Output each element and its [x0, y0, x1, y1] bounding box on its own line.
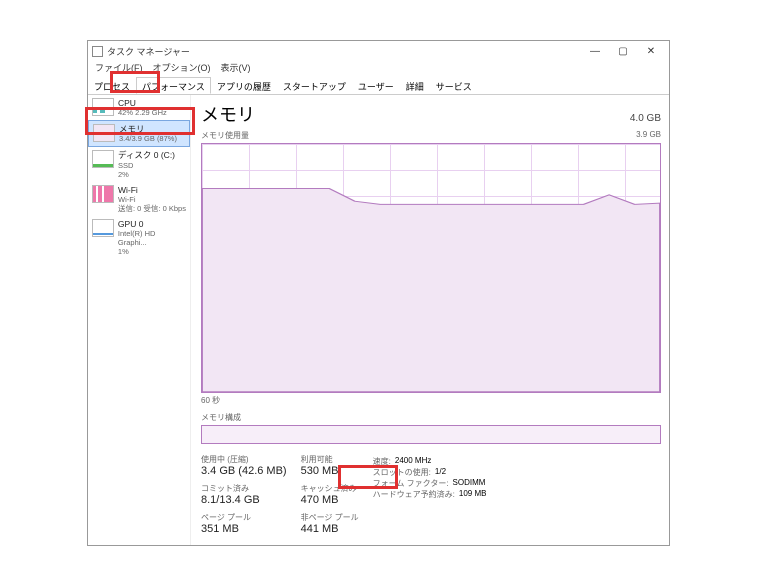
slots-key: スロットの使用:	[373, 467, 431, 478]
disk-title: ディスク 0 (C:)	[118, 150, 175, 160]
disk-thumb-icon	[92, 150, 114, 168]
cached-value: 470 MB	[301, 494, 359, 506]
minimize-button[interactable]: —	[581, 46, 609, 57]
memory-composition-bar	[201, 425, 661, 444]
tabbar: プロセス パフォーマンス アプリの履歴 スタートアップ ユーザー 詳細 サービス	[88, 77, 669, 95]
sidebar-item-wifi[interactable]: Wi-FiWi-Fi 送信: 0 受信: 0 Kbps	[88, 182, 190, 216]
slots-value: 1/2	[435, 467, 446, 478]
form-key: フォーム ファクター:	[373, 478, 449, 489]
chart-xlabel: 60 秒	[201, 395, 661, 406]
usage-max: 3.9 GB	[636, 130, 661, 141]
task-manager-window: タスク マネージャー — ▢ ✕ ファイル(F) オプション(O) 表示(V) …	[87, 40, 670, 546]
main-panel: メモリ 4.0 GB メモリ使用量 3.9 GB 60 秒 メモリ構成 使用中 …	[191, 95, 669, 545]
speed-value: 2400 MHz	[395, 456, 431, 467]
sidebar-item-gpu[interactable]: GPU 0Intel(R) HD Graphi... 1%	[88, 216, 190, 259]
gpu-sub: Intel(R) HD Graphi... 1%	[118, 229, 186, 256]
wifi-thumb-icon	[92, 185, 114, 203]
nonpaged-label: 非ページ プール	[301, 512, 359, 523]
speed-key: 速度:	[373, 456, 391, 467]
avail-value: 530 MB	[301, 465, 359, 477]
avail-label: 利用可能	[301, 454, 359, 465]
tab-processes[interactable]: プロセス	[88, 77, 136, 94]
cpu-title: CPU	[118, 98, 167, 108]
hw-value: 109 MB	[459, 489, 487, 500]
composition-label: メモリ構成	[201, 412, 661, 423]
gpu-thumb-icon	[92, 219, 114, 237]
content: CPU42% 2.29 GHz メモリ3.4/3.9 GB (87%) ディスク…	[88, 95, 669, 545]
tab-services[interactable]: サービス	[430, 77, 478, 94]
sidebar: CPU42% 2.29 GHz メモリ3.4/3.9 GB (87%) ディスク…	[88, 95, 191, 545]
tab-app-history[interactable]: アプリの履歴	[211, 77, 277, 94]
wifi-title: Wi-Fi	[118, 185, 186, 195]
stats-block: 使用中 (圧縮) 3.4 GB (42.6 MB) コミット済み 8.1/13.…	[201, 454, 661, 541]
menu-options[interactable]: オプション(O)	[148, 61, 216, 77]
close-button[interactable]: ✕	[637, 46, 665, 57]
form-value: SODIMM	[453, 478, 486, 489]
panel-heading: メモリ	[201, 101, 255, 127]
sidebar-item-memory[interactable]: メモリ3.4/3.9 GB (87%)	[88, 120, 190, 147]
tab-details[interactable]: 詳細	[400, 77, 430, 94]
cached-label: キャッシュ済み	[301, 483, 359, 494]
nonpaged-value: 441 MB	[301, 523, 359, 535]
menu-file[interactable]: ファイル(F)	[90, 61, 148, 77]
cpu-thumb-icon	[92, 98, 114, 116]
menubar: ファイル(F) オプション(O) 表示(V)	[88, 61, 669, 77]
memory-usage-chart	[201, 143, 661, 393]
window-title: タスク マネージャー	[107, 45, 190, 58]
titlebar[interactable]: タスク マネージャー — ▢ ✕	[88, 41, 669, 61]
usage-label: メモリ使用量	[201, 130, 249, 141]
wifi-sub: Wi-Fi 送信: 0 受信: 0 Kbps	[118, 195, 186, 213]
tab-startup[interactable]: スタートアップ	[277, 77, 352, 94]
hw-key: ハードウェア予約済み:	[373, 489, 455, 500]
menu-view[interactable]: 表示(V)	[216, 61, 256, 77]
maximize-button[interactable]: ▢	[609, 46, 637, 57]
total-memory: 4.0 GB	[630, 113, 661, 124]
commit-value: 8.1/13.4 GB	[201, 494, 287, 506]
gpu-title: GPU 0	[118, 219, 186, 229]
inuse-value: 3.4 GB (42.6 MB)	[201, 465, 287, 477]
paged-label: ページ プール	[201, 512, 287, 523]
memory-thumb-icon	[93, 124, 115, 142]
mem-title: メモリ	[119, 124, 177, 134]
disk-sub: SSD 2%	[118, 161, 175, 179]
inuse-label: 使用中 (圧縮)	[201, 454, 287, 465]
commit-label: コミット済み	[201, 483, 287, 494]
sidebar-item-cpu[interactable]: CPU42% 2.29 GHz	[88, 95, 190, 120]
mem-sub: 3.4/3.9 GB (87%)	[119, 134, 177, 143]
tab-users[interactable]: ユーザー	[352, 77, 400, 94]
cpu-sub: 42% 2.29 GHz	[118, 108, 167, 117]
app-icon	[92, 46, 103, 57]
sidebar-item-disk[interactable]: ディスク 0 (C:)SSD 2%	[88, 147, 190, 181]
paged-value: 351 MB	[201, 523, 287, 535]
tab-performance[interactable]: パフォーマンス	[136, 77, 211, 94]
